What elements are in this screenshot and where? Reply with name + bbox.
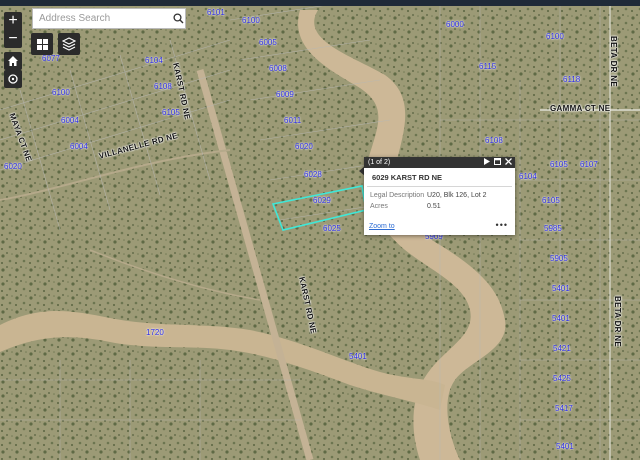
locate-button[interactable] [4,70,22,88]
parcel-label: 5401 [552,314,570,323]
zoom-to-link[interactable]: Zoom to [369,223,395,230]
feature-popup: (1 of 2) 6029 KARST RD NE Legal Descript… [364,157,515,235]
parcel-label: 5421 [553,344,571,353]
parcel-label: 6020 [295,142,313,151]
parcel-label: 6105 [162,108,180,117]
zoom-control: + − [4,12,22,48]
popup-title: 6029 KARST RD NE [367,168,512,187]
parcel-label: 6104 [145,56,163,65]
search-button[interactable] [171,9,185,28]
zoom-out-button[interactable]: − [4,30,22,48]
parcel-label: 1720 [146,328,164,337]
popup-header: (1 of 2) [364,157,515,168]
parcel-label: 6100 [242,16,260,25]
parcel-label: 6105 [542,196,560,205]
parcel-label: 6118 [563,75,581,84]
parcel-label: 6005 [259,38,277,47]
parcel-label: 6107 [580,160,598,169]
address-search [32,8,186,29]
parcel-label: 5401 [552,284,570,293]
parcel-label: 6004 [61,116,79,125]
parcel-label: 5417 [555,404,573,413]
parcel-label: 6025 [323,224,341,233]
next-feature-icon[interactable] [484,158,490,165]
attribute-key: Legal Description [370,192,425,199]
parcel-label: 6011 [284,116,302,125]
layer-list-button[interactable] [58,33,80,55]
app-header [0,0,640,6]
parcel-label: 5401 [349,352,367,361]
parcel-label: 6029 [313,196,331,205]
road-label-gamma: GAMMA CT NE [550,104,611,113]
road-label-beta: BETA DR NE [609,36,618,87]
road-label-beta: BETA DR NE [613,296,622,347]
home-button[interactable] [4,52,22,70]
parcel-label: 6101 [207,8,225,17]
parcel-label: 6077 [42,54,60,63]
layers-icon [62,37,76,51]
grid-icon [36,38,48,50]
locate-icon [8,74,18,84]
parcel-label: 6100 [546,32,564,41]
parcel-label: 6028 [304,170,322,179]
popup-footer: Zoom to ••• [369,220,510,232]
parcel-label: 5905 [550,254,568,263]
parcel-label: 5425 [553,374,571,383]
maximize-icon[interactable] [494,158,501,165]
parcel-label: 6105 [550,160,568,169]
search-input[interactable] [33,9,171,28]
parcel-label: 6008 [269,64,287,73]
home-icon [8,56,18,66]
attribute-table: Legal Description U20, Blk 126, Lot 2 Ac… [364,187,515,210]
close-icon[interactable] [505,158,512,165]
parcel-label: 6108 [154,82,172,91]
parcel-label: 6009 [276,90,294,99]
attribute-value: U20, Blk 126, Lot 2 [427,192,487,199]
parcel-label: 5401 [556,442,574,451]
parcel-label: 6100 [52,88,70,97]
map-view[interactable]: 6101 6100 6005 6008 6104 6009 6108 6100 … [0,0,640,460]
parcel-label: 6000 [446,20,464,29]
parcel-label: 6108 [485,136,503,145]
attribute-row: Legal Description U20, Blk 126, Lot 2 [370,192,509,199]
zoom-in-button[interactable]: + [4,12,22,30]
attribute-value: 0.51 [427,203,441,210]
attribute-key: Acres [370,203,388,210]
attribute-row: Acres 0.51 [370,203,509,210]
search-icon [172,13,183,24]
parcel-label: 6020 [4,162,22,171]
parcel-label: 6004 [70,142,88,151]
more-actions-button[interactable]: ••• [496,220,508,230]
popup-counter: (1 of 2) [368,159,391,166]
parcel-label: 6115 [479,62,497,71]
basemap-gallery-button[interactable] [31,33,53,55]
parcel-label: 5985 [544,224,562,233]
parcel-label: 6104 [519,172,537,181]
